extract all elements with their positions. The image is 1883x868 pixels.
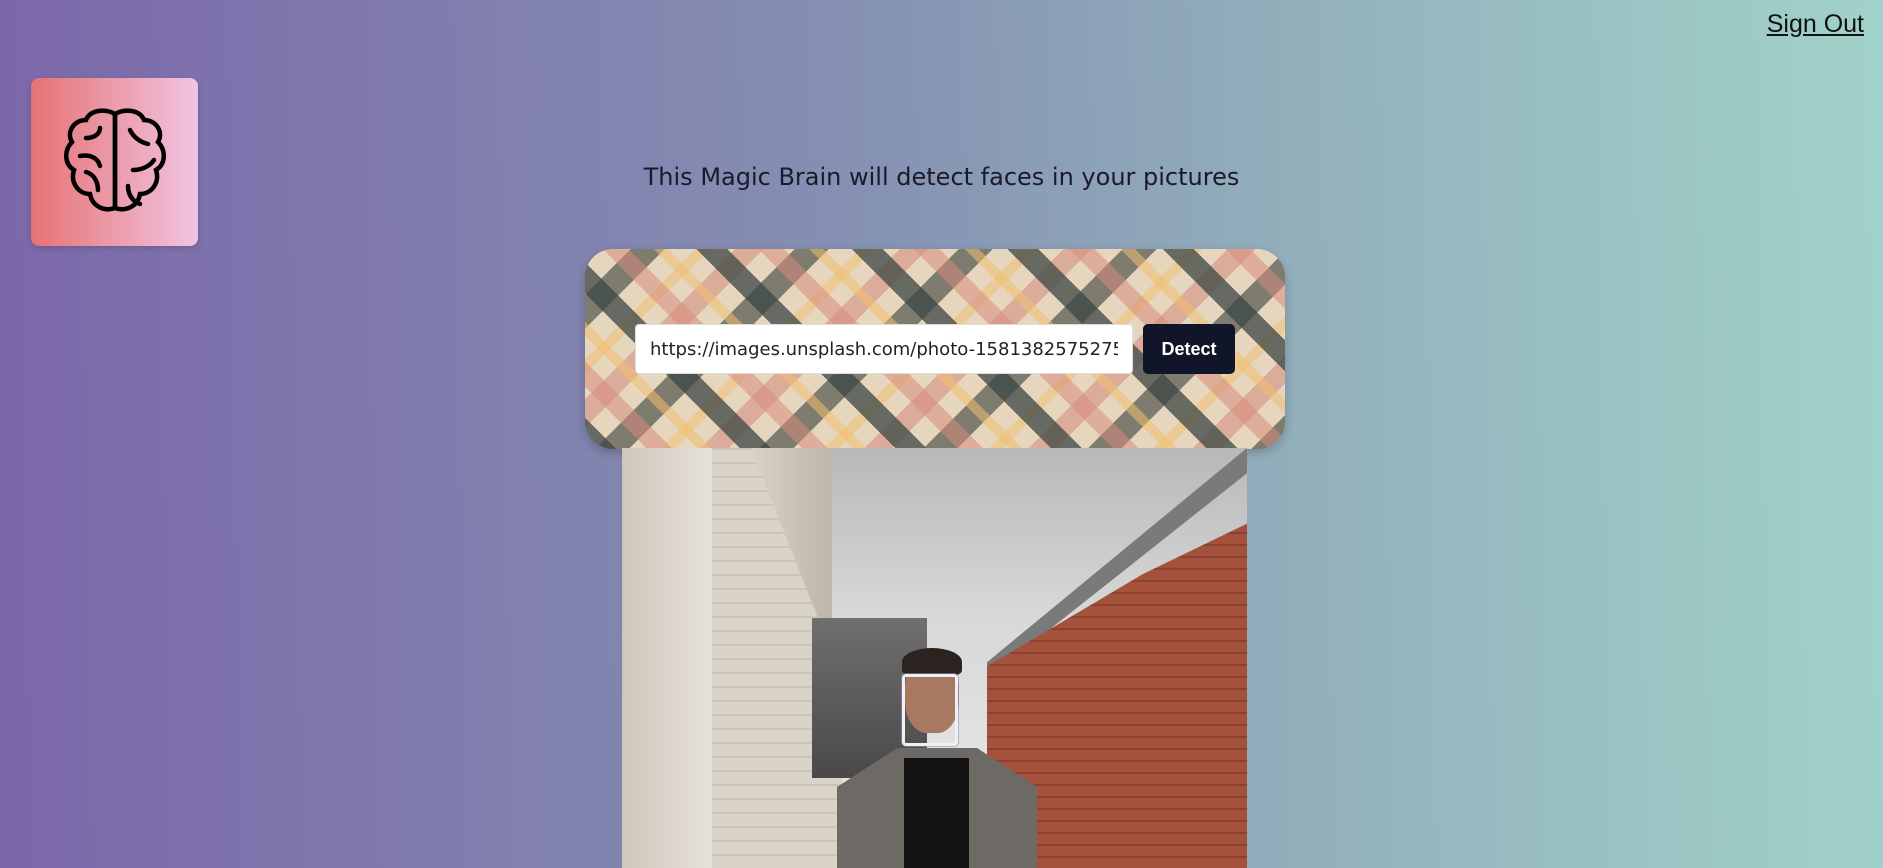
sign-out-link[interactable]: Sign Out — [1767, 10, 1864, 39]
logo — [31, 78, 198, 246]
image-person-shirt — [904, 758, 969, 868]
face-bounding-box — [902, 674, 958, 746]
image-url-input[interactable] — [635, 324, 1133, 374]
detect-button[interactable]: Detect — [1143, 324, 1235, 374]
image-url-form: Detect — [585, 249, 1285, 449]
image-person-hair — [902, 648, 962, 676]
page-title: This Magic Brain will detect faces in yo… — [643, 163, 1240, 191]
brain-icon — [63, 108, 166, 212]
result-image — [622, 448, 1247, 868]
